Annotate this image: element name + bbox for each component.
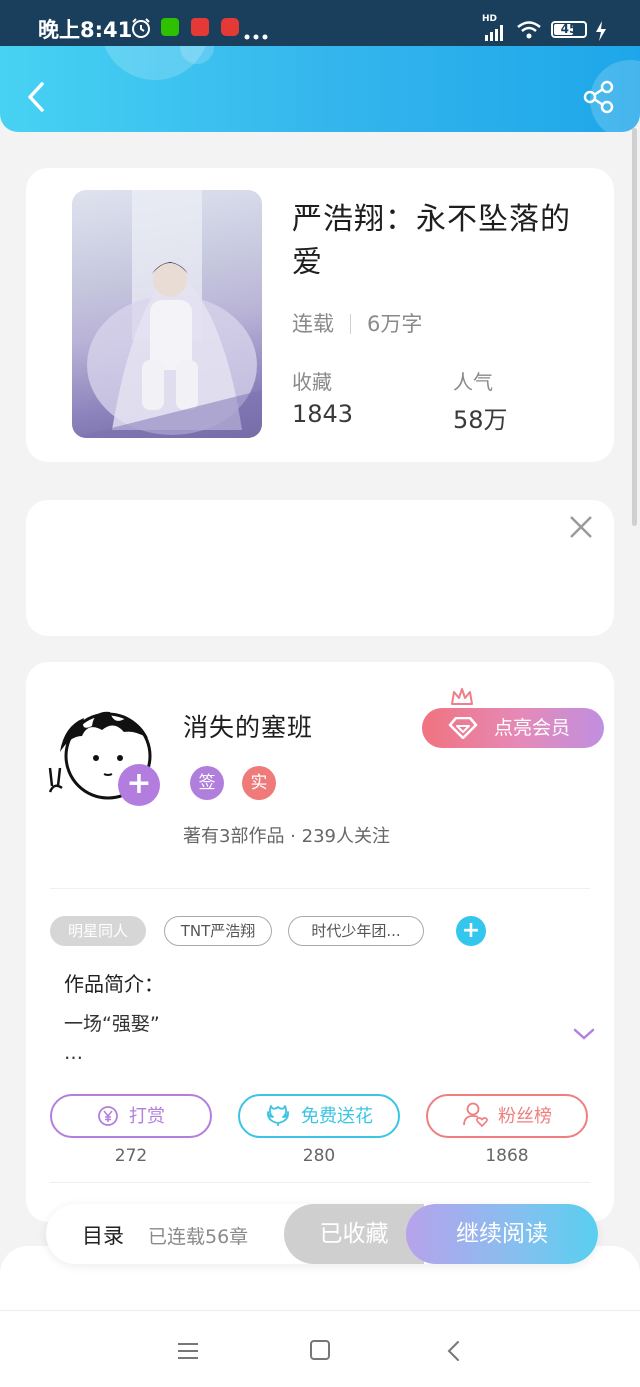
wifi-icon (517, 21, 541, 39)
cover-illustration (72, 190, 262, 438)
tip-count: 272 (114, 1146, 148, 1166)
battery-indicator: 45 (551, 21, 587, 38)
home-icon[interactable] (309, 1339, 331, 1361)
favorites-label: 收藏 (292, 370, 332, 394)
close-ad-button[interactable] (568, 514, 594, 540)
vip-button-label: 点亮会员 (494, 717, 571, 739)
alarm-icon (132, 18, 150, 38)
divider (50, 888, 590, 889)
favorites-value: 1843 (292, 400, 354, 428)
send-flower-label: 免费送花 (301, 1106, 373, 1127)
verified-badge: 实 (242, 766, 276, 800)
expand-chevron-icon[interactable] (572, 1026, 596, 1042)
author-works-info: 著有3部作品 · 239人关注 (183, 826, 390, 847)
tag-group[interactable]: 时代少年团... (288, 916, 424, 946)
yen-coin-icon (98, 1106, 118, 1126)
intro-text: 一场“强娶” … (64, 1010, 160, 1068)
divider (50, 1182, 590, 1183)
flower-count: 280 (302, 1146, 336, 1166)
status-time: 晚上8:41 (38, 18, 133, 42)
table-of-contents-button[interactable]: 目录 (82, 1220, 124, 1250)
collected-button[interactable]: 已收藏 (284, 1204, 424, 1264)
flower-icon (267, 1105, 289, 1126)
diamond-icon (448, 717, 478, 739)
add-tag-button[interactable]: + (456, 916, 486, 946)
tip-label: 打赏 (129, 1106, 165, 1127)
tag-genre[interactable]: 明星同人 (50, 916, 146, 946)
signal-icon (485, 25, 503, 41)
book-cover-image[interactable] (72, 190, 262, 438)
back-button[interactable] (22, 80, 52, 114)
share-button[interactable] (583, 80, 615, 114)
book-info-card: 严浩翔：永不坠落的爱 连载 6万字 收藏 1843 人气 58万 (26, 168, 614, 462)
system-nav-bar (0, 1310, 640, 1387)
wechat-icon (161, 18, 179, 36)
chapter-count[interactable]: 已连载56章 (148, 1222, 248, 1249)
fan-ranking-button[interactable]: 粉丝榜 (426, 1094, 588, 1138)
signed-badge: 签 (190, 766, 224, 800)
more-notifications-icon (244, 34, 268, 40)
intro-title: 作品简介： (64, 972, 164, 996)
intro-line-1: 一场“强娶” (64, 1013, 160, 1035)
status-bar: 晚上8:41 HD 45 (0, 0, 640, 46)
menu-icon[interactable] (176, 1341, 200, 1361)
popularity-label: 人气 (453, 370, 493, 394)
book-status-line: 连载 6万字 (292, 308, 422, 338)
news-app-icon (191, 18, 209, 36)
follow-author-button[interactable]: + (118, 764, 160, 806)
fan-ranking-label: 粉丝榜 (498, 1106, 552, 1127)
header-bar: 晚上8:41 HD 45 (0, 0, 640, 132)
tag-character[interactable]: TNT严浩翔 (164, 916, 272, 946)
book-title: 严浩翔：永不坠落的爱 (292, 202, 571, 280)
author-name[interactable]: 消失的塞班 (183, 708, 313, 744)
back-nav-icon[interactable] (444, 1339, 464, 1363)
author-card: + 消失的塞班 签 实 著有3部作品 · 239人关注 点亮会员 明星同人 TN… (26, 662, 614, 1222)
serial-status: 连载 (292, 312, 334, 336)
scrollbar[interactable] (632, 128, 637, 526)
fan-count: 1868 (485, 1146, 529, 1166)
vip-button[interactable]: 点亮会员 (422, 708, 604, 748)
charging-icon (596, 21, 606, 41)
fan-user-icon (463, 1102, 488, 1127)
red-app-icon (221, 18, 239, 36)
crown-icon (451, 688, 473, 705)
reading-action-bar: 目录 已连载56章 已收藏 继续阅读 (46, 1204, 598, 1264)
tip-button[interactable]: 打赏 (50, 1094, 212, 1138)
popularity-value: 58万 (453, 406, 508, 434)
word-count: 6万字 (367, 312, 423, 336)
intro-line-2: … (64, 1042, 83, 1064)
ad-card (26, 500, 614, 636)
send-flower-button[interactable]: 免费送花 (238, 1094, 400, 1138)
continue-reading-button[interactable]: 继续阅读 (406, 1204, 598, 1264)
